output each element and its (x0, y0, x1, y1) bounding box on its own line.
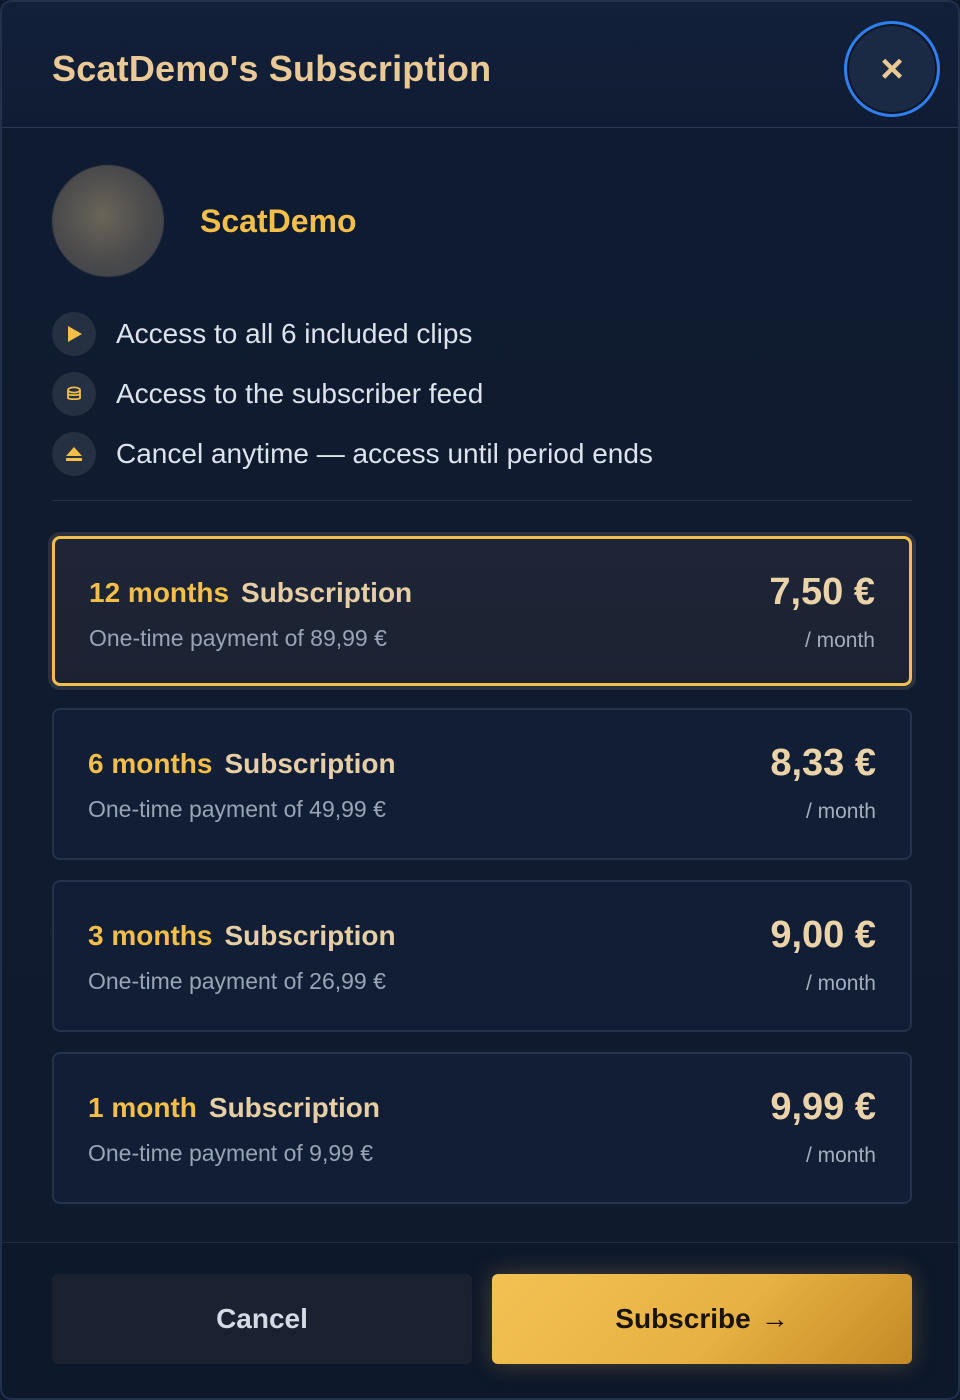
plan-period: / month (805, 972, 876, 995)
plan-duration: 12 months (89, 577, 230, 608)
avatar (52, 165, 164, 277)
coins-icon (52, 372, 96, 416)
plan-option-12-months[interactable]: 12 months Subscription One-time payment o… (52, 536, 912, 686)
feature-list: Access to all 6 included clips Access to… (52, 304, 653, 484)
subscription-modal: ScatDemo's Subscription × ScatDemo Acces… (0, 0, 960, 1400)
plan-duration: 6 months (88, 748, 213, 779)
creator-name: ScatDemo (200, 202, 357, 239)
modal-title: ScatDemo's Subscription (52, 48, 492, 89)
plan-period: / month (804, 629, 875, 652)
plan-price: 8,33 € (770, 742, 876, 784)
play-icon (52, 312, 96, 356)
feature-text: Access to the subscriber feed (116, 378, 484, 409)
close-button[interactable]: × (844, 21, 940, 117)
plan-period: / month (805, 800, 876, 823)
modal-header: ScatDemo's Subscription × (2, 2, 958, 128)
arrow-right-icon: → (760, 1303, 789, 1334)
plan-total: One-time payment of 9,99 € (88, 1140, 374, 1166)
feature-item: Access to all 6 included clips (52, 304, 653, 364)
subscribe-label: Subscribe (615, 1303, 751, 1334)
cancel-button[interactable]: Cancel (52, 1274, 472, 1364)
plan-price: 9,99 € (770, 1086, 876, 1128)
plan-price: 7,50 € (769, 571, 875, 613)
close-icon: × (880, 47, 904, 91)
plan-total: One-time payment of 49,99 € (88, 796, 386, 822)
plan-duration: 3 months (88, 920, 213, 951)
plan-label: Subscription (224, 920, 396, 951)
plan-price: 9,00 € (770, 914, 876, 956)
plan-label: Subscription (241, 577, 413, 608)
plan-period: / month (805, 1144, 876, 1167)
divider (52, 500, 912, 501)
plan-label: Subscription (224, 748, 396, 779)
feature-item: Cancel anytime — access until period end… (52, 424, 653, 484)
plan-option-1-month[interactable]: 1 month Subscription One-time payment of … (52, 1052, 912, 1204)
feature-text: Access to all 6 included clips (116, 318, 473, 349)
feature-text: Cancel anytime — access until period end… (116, 438, 653, 469)
plan-total: One-time payment of 89,99 € (89, 625, 387, 651)
plan-option-6-months[interactable]: 6 months Subscription One-time payment of… (52, 708, 912, 860)
plan-label: Subscription (208, 1092, 381, 1123)
feature-item: Access to the subscriber feed (52, 364, 653, 424)
plan-total: One-time payment of 26,99 € (88, 968, 386, 994)
plan-duration: 1 month (88, 1092, 197, 1123)
subscribe-button[interactable]: Subscribe → (492, 1274, 912, 1364)
plan-option-3-months[interactable]: 3 months Subscription One-time payment of… (52, 880, 912, 1032)
eject-icon (52, 432, 96, 476)
modal-footer: Cancel Subscribe → (2, 1242, 958, 1398)
creator-profile: ScatDemo (52, 165, 357, 277)
